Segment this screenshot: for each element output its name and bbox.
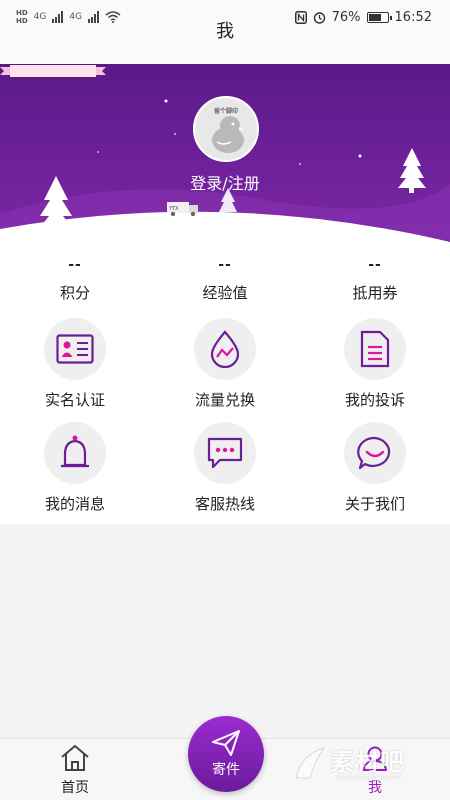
battery-icon (366, 11, 392, 23)
chick-avatar-icon (212, 116, 244, 153)
battery-level (368, 13, 382, 21)
menu-item-label: 关于我们 (344, 495, 405, 513)
stat-coupons[interactable]: -- 抵用券 (300, 256, 450, 303)
battery-percent: 76% (331, 9, 361, 25)
signal-bars-2-icon (88, 11, 100, 23)
hd-indicator: HD HD (16, 9, 28, 25)
menu-icon-circle (194, 422, 256, 484)
wifi-icon (105, 11, 121, 23)
network-4g-1: 4G (33, 12, 47, 22)
status-right: 76% 16:52 (294, 9, 432, 25)
send-package-label: 寄件 (212, 762, 240, 778)
document-icon (360, 330, 390, 368)
menu-item-label: 实名认证 (44, 391, 105, 409)
signal-bars-1-icon (52, 11, 64, 23)
menu-item-label: 我的投诉 (344, 391, 405, 409)
stat-label: 抵用券 (352, 284, 398, 302)
network-4g-2: 4G (69, 12, 83, 22)
menu-item-data-exchange[interactable]: 流量兑换 (150, 318, 300, 422)
menu-icon-circle (44, 318, 106, 380)
stat-label: 积分 (59, 284, 90, 302)
menu-item-about-us[interactable]: 关于我们 (300, 422, 450, 526)
menu-item-complaints[interactable]: 我的投诉 (300, 318, 450, 422)
status-left: HD HD 4G 4G (16, 9, 121, 25)
menu-icon-circle (344, 318, 406, 380)
clock: 16:52 (394, 9, 432, 25)
profile-header: YTX 留个脚印 登录/注册 (0, 64, 450, 242)
data-drop-icon (210, 330, 240, 368)
menu-item-customer-hotline[interactable]: 客服热线 (150, 422, 300, 526)
tab-label: 首页 (61, 780, 89, 796)
smile-bubble-icon (357, 436, 391, 470)
menu-grid: 实名认证 流量兑换 我的投诉 我的消息 客服热线 关于我们 (0, 318, 450, 526)
login-register-link[interactable]: 登录/注册 (0, 170, 450, 194)
avatar[interactable]: 留个脚印 (193, 96, 259, 162)
menu-item-label: 流量兑换 (194, 391, 255, 409)
id-card-icon (56, 334, 94, 364)
menu-icon-circle (194, 318, 256, 380)
watermark-logo-icon (295, 747, 326, 779)
menu-item-label: 客服热线 (194, 495, 255, 513)
title-bar: 我 (0, 23, 450, 64)
watermark-text: 素材吧 (330, 748, 405, 776)
stat-value: -- (368, 257, 382, 273)
paper-plane-icon (212, 730, 240, 756)
alarm-icon (313, 11, 325, 24)
tab-home[interactable]: 首页 (35, 739, 115, 800)
bell-icon (61, 435, 89, 468)
watermark-url: www.sucaibar.com (336, 773, 402, 781)
menu-item-label: 我的消息 (44, 495, 105, 513)
stat-points[interactable]: -- 积分 (0, 256, 150, 303)
stat-label: 经验值 (202, 284, 248, 302)
account-panel: -- 积分 -- 经验值 -- 抵用券 实名认证 流量兑换 我的投诉 我的消息 … (0, 242, 450, 524)
stat-value: -- (68, 257, 82, 273)
menu-item-real-name-auth[interactable]: 实名认证 (0, 318, 150, 422)
stat-value: -- (218, 257, 232, 273)
menu-icon-circle (344, 422, 406, 484)
send-package-button[interactable]: 寄件 (188, 716, 264, 792)
watermark: 素材吧 www.sucaibar.com (290, 742, 440, 790)
home-icon (61, 745, 89, 771)
ribbon-banner (0, 65, 106, 77)
menu-icon-circle (44, 422, 106, 484)
nfc-icon (294, 10, 307, 24)
stats-row: -- 积分 -- 经验值 -- 抵用券 (0, 256, 450, 303)
stat-experience[interactable]: -- 经验值 (150, 256, 300, 303)
menu-item-messages[interactable]: 我的消息 (0, 422, 150, 526)
svg-text:YTX: YTX (168, 206, 179, 212)
chat-bubble-icon (207, 437, 243, 469)
